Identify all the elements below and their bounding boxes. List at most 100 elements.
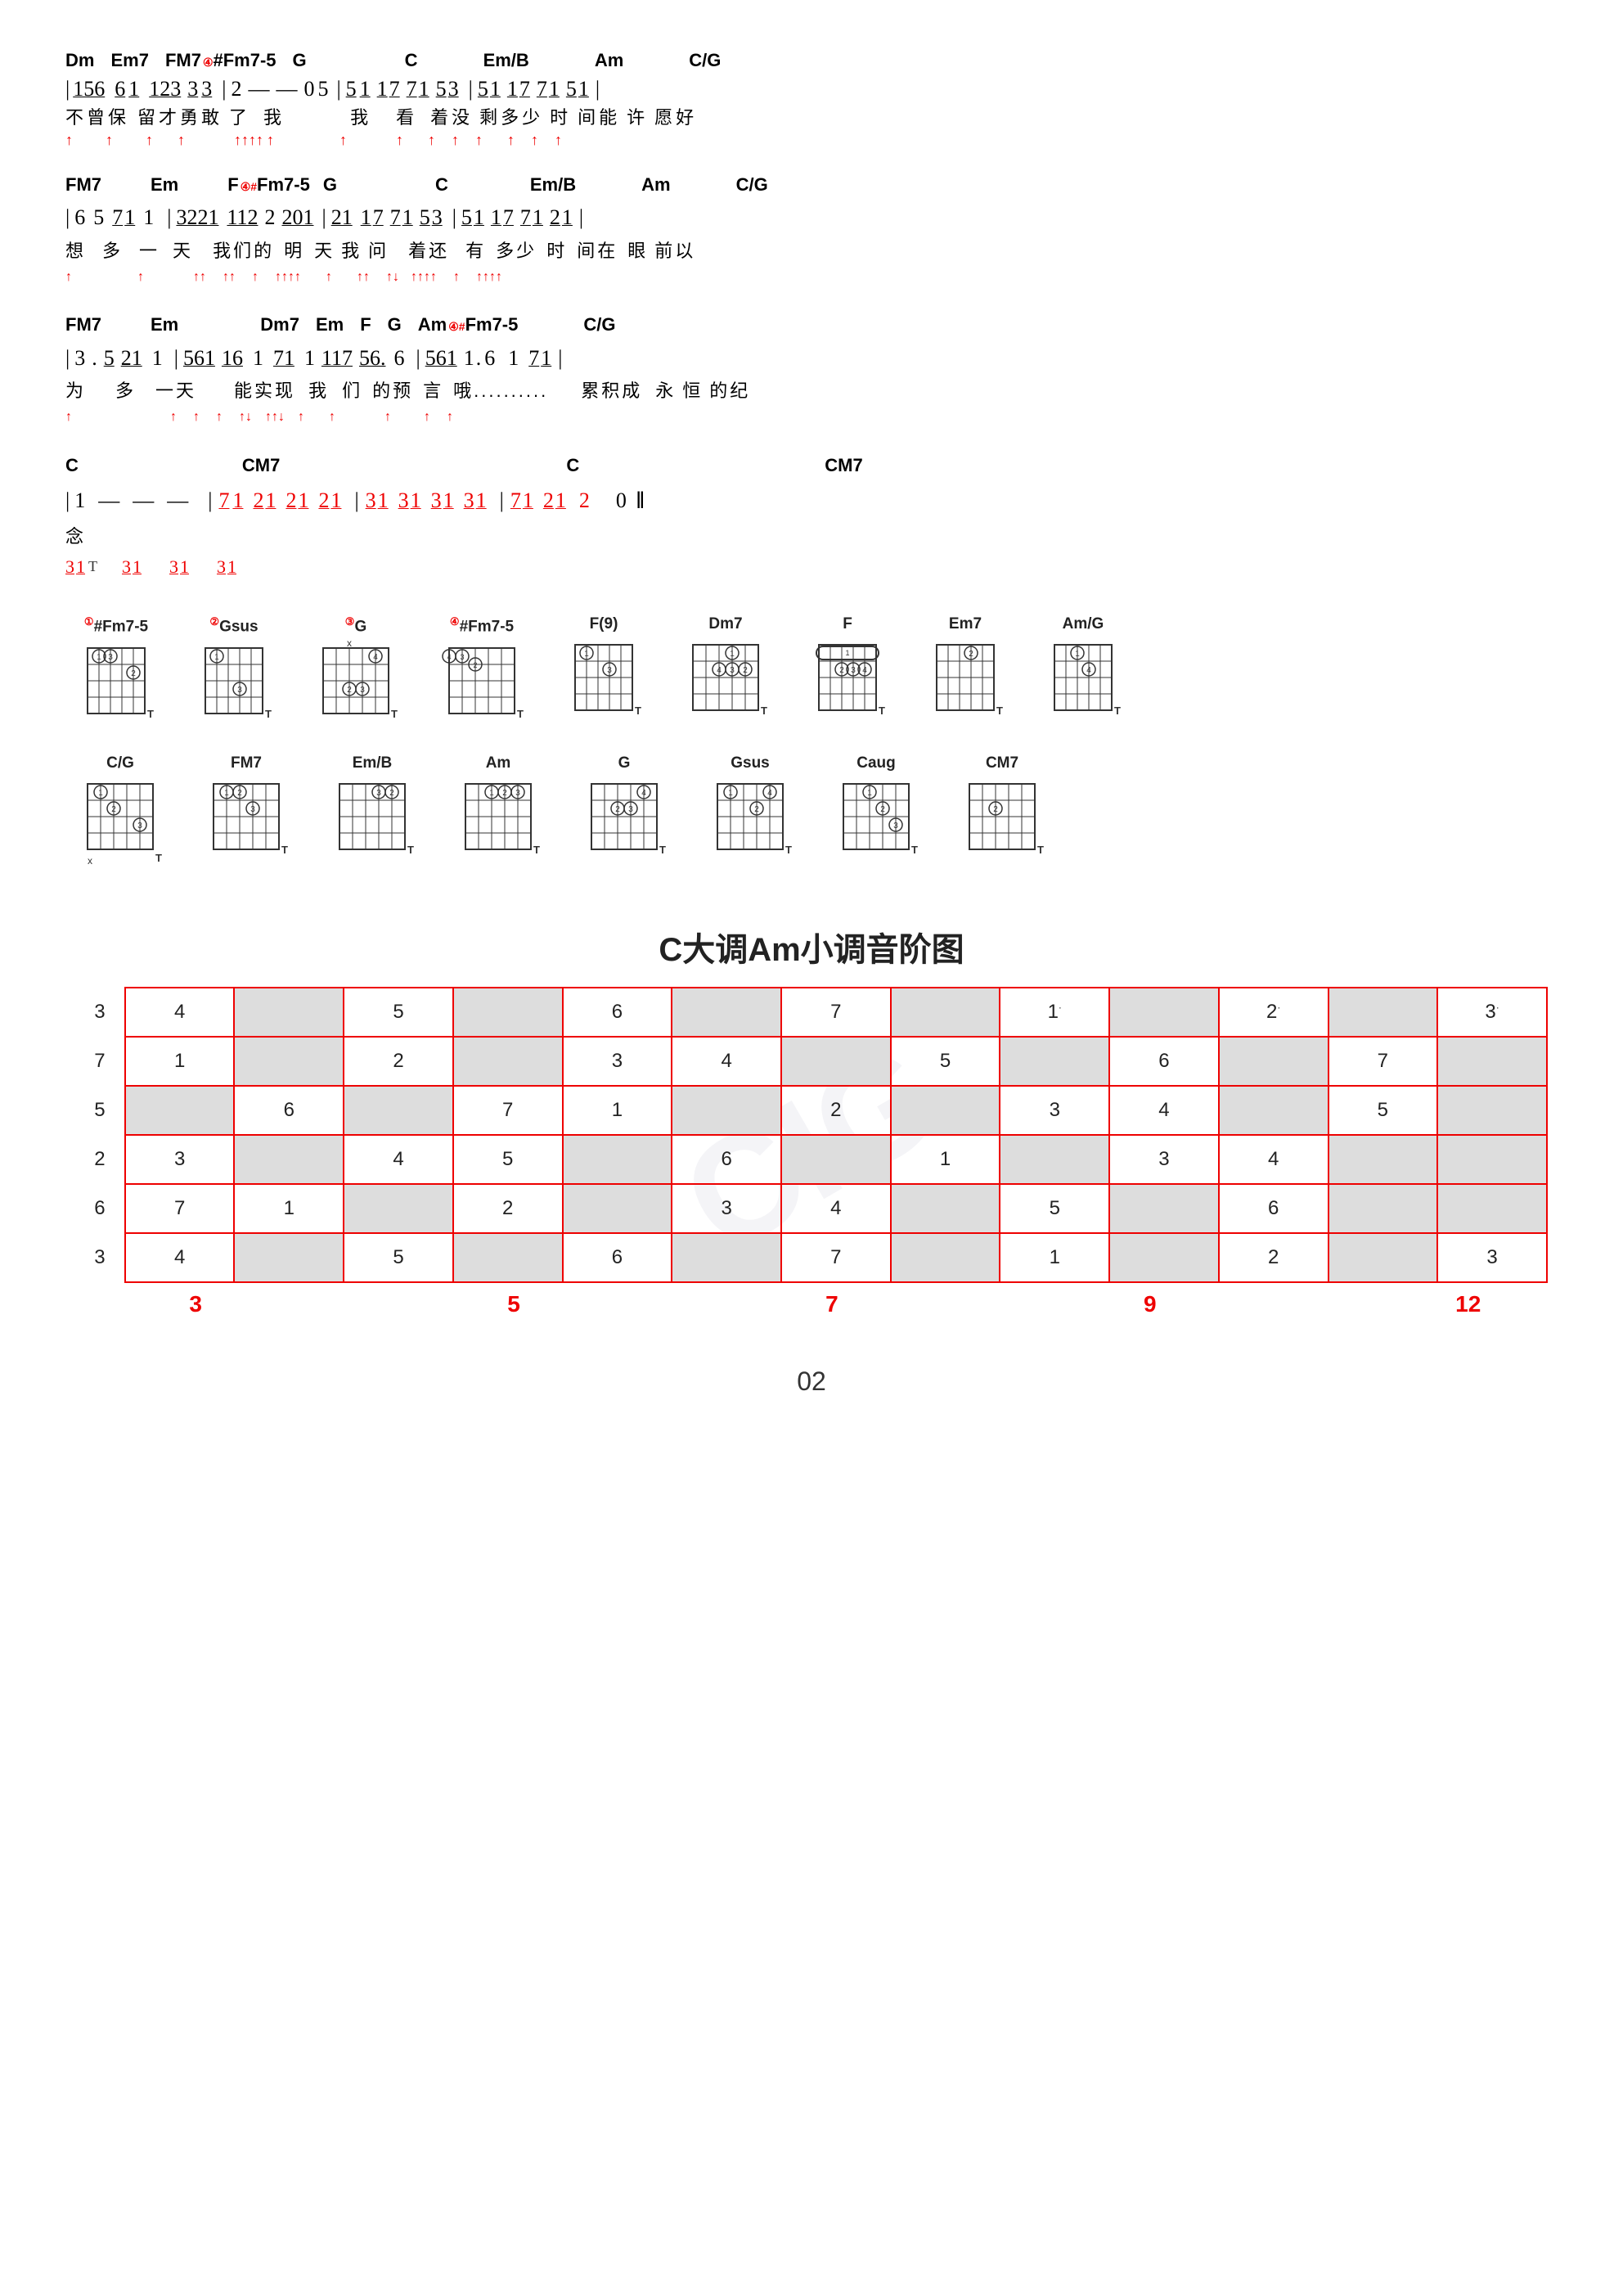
chord-diagrams-row-1: ①#Fm7-5 (65, 615, 1558, 729)
chord-grid-EmB: 3 2 T (327, 776, 417, 866)
scale-cell-1-11: 2· (1219, 988, 1329, 1037)
arr-2-8: ↑↑ (357, 267, 370, 288)
notes-row-2: | 6 5 71 1 | 3221 112 2 201 | 21 17 (65, 200, 1558, 235)
chord-grid-CM7: 2 T (957, 776, 1047, 866)
chord-row-1: Dm Em7 FM7④ #Fm7-5 G C Em/B Am C/G (65, 49, 1558, 73)
scale-cell-5-10 (1109, 1184, 1219, 1233)
bar-sep-3-3: | (416, 341, 420, 376)
bar-sep-4-2: | (208, 484, 212, 518)
scale-cell-4-13 (1437, 1135, 1547, 1184)
note-71-4b: 1 (232, 484, 243, 518)
svg-text:T: T (155, 852, 162, 864)
chord-diagram-Gsus-2: Gsus 1 4 2 (705, 754, 795, 866)
arr-2-9: ↑↓ (386, 267, 399, 288)
scale-cell-2-2 (234, 1037, 344, 1086)
chord-diagram-CM7: CM7 2 T (957, 754, 1047, 866)
page-number: 02 (65, 1366, 1558, 1397)
page: CIG Dm Em7 FM7④ #Fm7-5 G C Em/B Am C/G (0, 0, 1623, 2296)
note-71-3a: 71 (273, 341, 294, 376)
svg-text:3: 3 (360, 686, 365, 695)
arr-2-2: ↑ (137, 267, 144, 288)
chord-G-2: G (323, 170, 337, 199)
lyric-3-3: 一天 (155, 376, 196, 405)
chord-CM7-4: CM7 (242, 451, 280, 479)
scale-cell-6-6 (672, 1233, 781, 1282)
note-71-2ab: 1 (124, 200, 135, 235)
lyrics-row-2: 想 多 一 天 我们的 明 天 我 问 着还 有 (65, 236, 1558, 265)
svg-text:T: T (533, 844, 540, 856)
scale-cell-5-6: 3 (672, 1184, 781, 1233)
bar-sep-3: | (336, 74, 340, 104)
note-71-3: 7 (520, 200, 531, 235)
svg-text:4: 4 (717, 666, 722, 675)
scale-cell-2-13 (1437, 1037, 1547, 1086)
svg-text:1: 1 (730, 650, 735, 659)
arr-3-6: ↑↑↓ (265, 407, 285, 428)
bar-sep-3-4: | (558, 341, 562, 376)
scale-cell-5-13 (1437, 1184, 1547, 1233)
svg-text:2: 2 (347, 686, 352, 695)
note-71-1: 7 (407, 74, 417, 104)
note-2: 2 (231, 74, 241, 104)
scale-cell-1-2 (234, 988, 344, 1037)
note-21-3b: 1 (562, 200, 573, 235)
note-17-1: 1 (377, 74, 388, 104)
arrow-8: ↑ (396, 133, 403, 147)
chord-diagram-F9: F(9) 1 3 T (563, 615, 645, 727)
note-56-3: 56. (359, 341, 386, 376)
lyrics-row-1: 不曾保 留才勇敢 了 我 我 看 着没 剩多少 时 (65, 106, 1558, 131)
note-17-2b: 7 (519, 74, 530, 104)
chord-FM7-2: FM7 (65, 170, 101, 199)
note-561-3b: 561 (425, 341, 457, 376)
svg-text:2: 2 (237, 789, 242, 798)
note-16-3: 16 (222, 341, 243, 376)
scale-row-label-4: 2 (75, 1135, 125, 1184)
scale-row-label-1: 3 (75, 988, 125, 1037)
note-1-2: 1 (143, 200, 154, 235)
chord-Em-3b: Em (316, 310, 344, 339)
scale-cell-5-3 (344, 1184, 453, 1233)
lyric-4: 我 (263, 106, 285, 131)
lyric-2-15: 眼 (627, 236, 648, 265)
chord-grid-G-2: 4 3 2 T (579, 776, 669, 866)
svg-text:4: 4 (641, 789, 646, 798)
note-1-3: 1 (152, 341, 163, 376)
arrow-1: ↑ (65, 133, 73, 147)
note-21-4e: 2 (318, 484, 329, 518)
svg-text:3: 3 (237, 686, 242, 695)
note-51-3: 5 (566, 74, 577, 104)
note-6-3: 6 (393, 341, 404, 376)
chord-C-4b: C (566, 451, 579, 479)
note-31-4a: 3 (366, 484, 376, 518)
note-31-4e: 3 (431, 484, 442, 518)
scale-cell-4-6: 6 (672, 1135, 781, 1184)
lyric-2-14: 间在 (577, 236, 618, 265)
note-71-3b: 1 (533, 200, 543, 235)
arr-2-3: ↑↑ (193, 267, 206, 288)
sub-31-5: 3 (169, 552, 178, 581)
chord-diagram-AmG: Am/G 1 4 T (1042, 615, 1124, 727)
svg-text:T: T (1114, 705, 1121, 717)
note-2-4: 2 (579, 484, 590, 518)
scale-cell-5-12 (1329, 1184, 1438, 1233)
chord-diagram-G: ③G x 4 (311, 615, 401, 729)
lyric-2-7: 天 (314, 236, 335, 265)
note-21-4c: 2 (285, 484, 296, 518)
svg-text:3: 3 (376, 789, 381, 798)
svg-text:3: 3 (730, 666, 735, 675)
scale-cell-3-5: 1 (563, 1086, 672, 1135)
scale-cell-3-4: 7 (453, 1086, 563, 1135)
chord-diagram-Fm7-5-4: ④#Fm7-5 4 (437, 615, 527, 729)
lyric-2-11: 有 (465, 236, 486, 265)
note-71-2a: 7 (112, 200, 123, 235)
chord-Am-3: Am (418, 310, 447, 339)
svg-text:T: T (281, 844, 288, 856)
col-num-7: 7 (787, 1291, 877, 1317)
scale-cell-3-13 (1437, 1086, 1547, 1135)
note-71-3c: 1 (541, 341, 551, 376)
chord-grid-FM7: 1 2 3 T (201, 776, 291, 866)
scale-cell-1-5: 6 (563, 988, 672, 1037)
arrow-7: ↑ (339, 133, 347, 147)
scale-cell-6-11: 2 (1219, 1233, 1329, 1282)
note-31-4g: 3 (464, 484, 474, 518)
